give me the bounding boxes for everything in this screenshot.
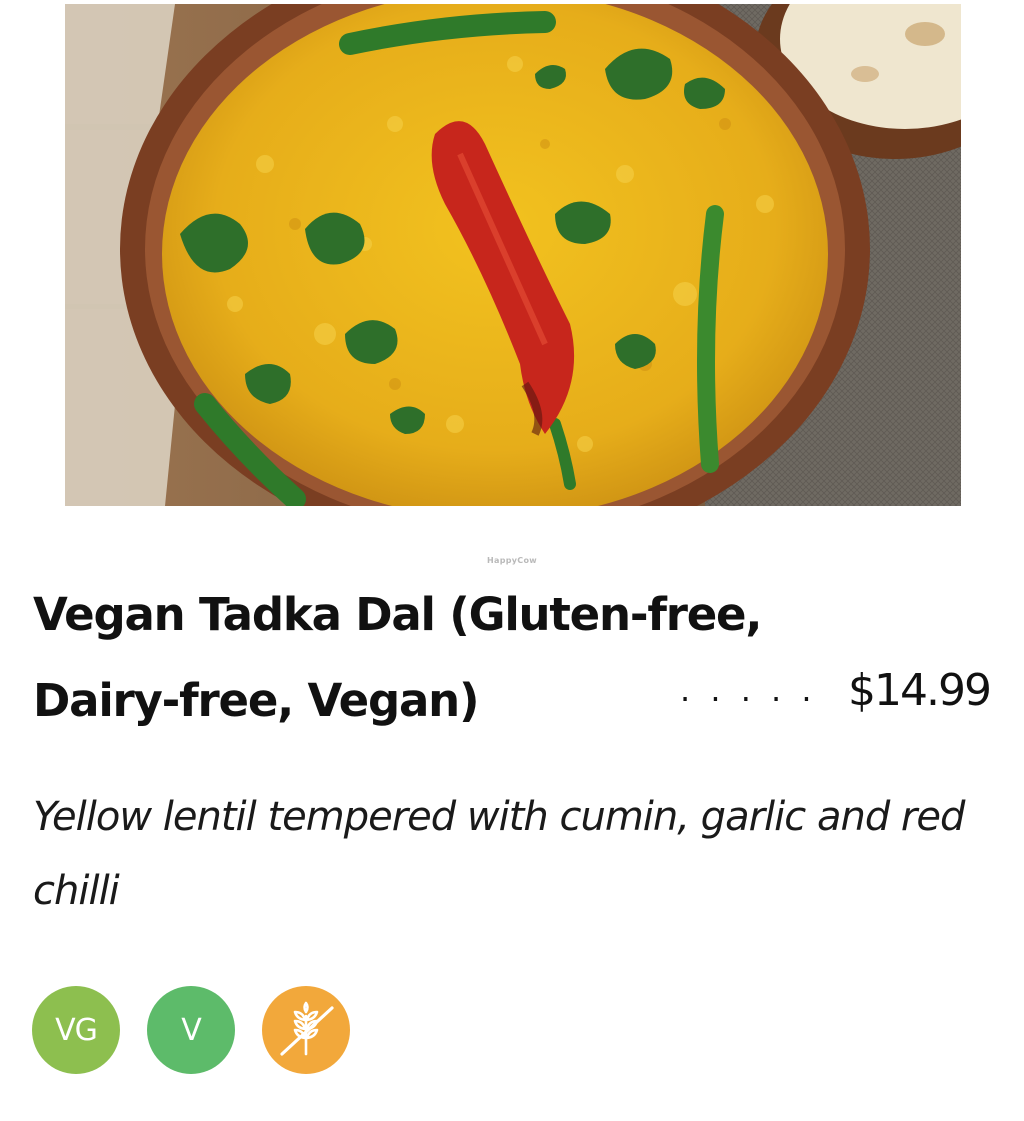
dish-price: $14.99 xyxy=(848,665,992,716)
dish-photo xyxy=(65,4,961,506)
gluten-free-wheat-crossed-icon xyxy=(280,1001,334,1056)
dal-bowl-image xyxy=(65,4,961,506)
watermark: HappyCow xyxy=(487,556,537,565)
gluten-free-badge xyxy=(262,986,350,1074)
price-leader-dots: . . . . . xyxy=(680,671,817,709)
vegan-badge: VG xyxy=(32,986,120,1074)
vegetarian-badge-label: V xyxy=(181,1012,202,1048)
dietary-badges: VG V xyxy=(32,986,350,1074)
vegan-badge-label: VG xyxy=(55,1012,98,1048)
dish-description: Yellow lentil tempered with cumin, garli… xyxy=(33,794,965,914)
vegetarian-badge: V xyxy=(147,986,235,1074)
